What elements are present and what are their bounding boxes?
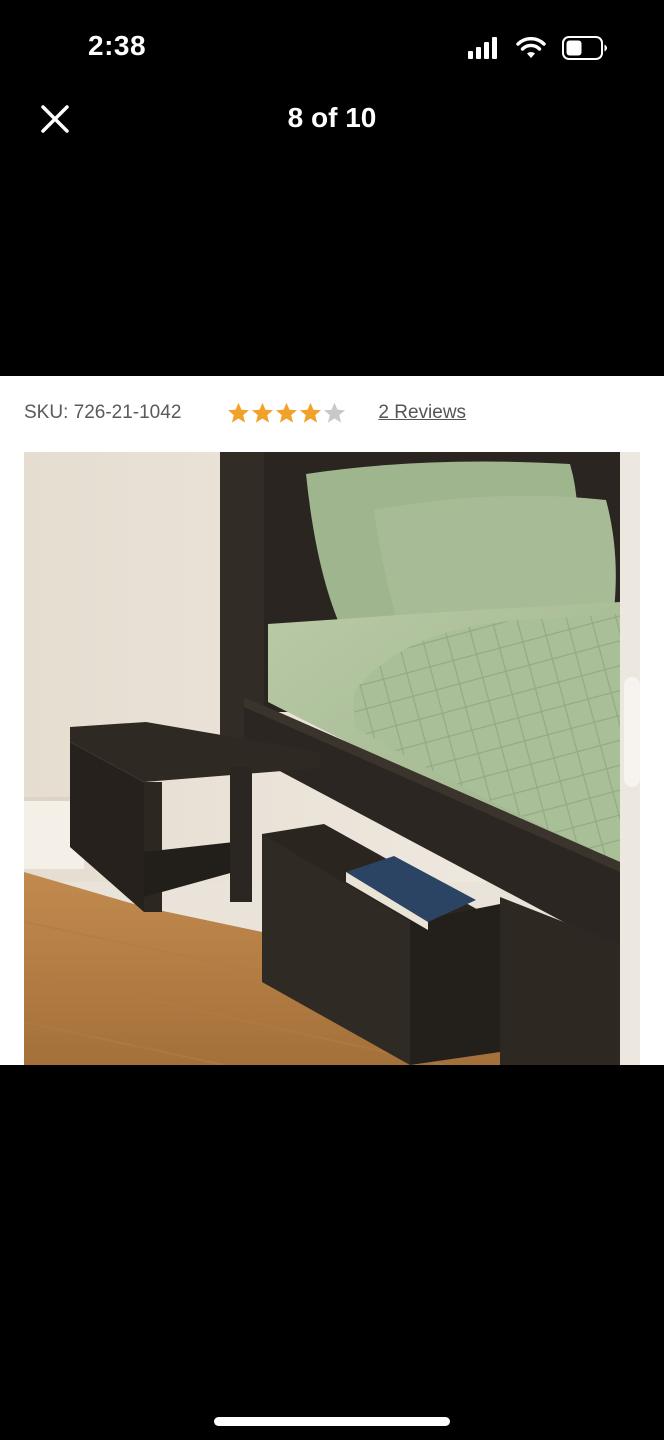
product-image-panel: SKU: 726-21-1042 2 Reviews: [0, 376, 664, 1065]
signal-icon: [468, 37, 497, 59]
star-empty-icon: [324, 402, 346, 423]
star-filled-icon: [300, 402, 322, 423]
product-meta-row: SKU: 726-21-1042 2 Reviews: [24, 388, 466, 438]
status-bar: 2:38: [0, 0, 664, 96]
status-time: 2:38: [88, 30, 147, 61]
battery-icon: [562, 36, 607, 60]
product-photo[interactable]: [24, 452, 640, 1065]
image-counter: 8 of 10: [287, 102, 377, 133]
status-icons: [468, 36, 608, 60]
star-filled-icon: [252, 402, 274, 423]
sku-label: SKU: 726-21-1042: [24, 402, 182, 423]
star-filled-icon: [228, 402, 250, 423]
rating-stars: [227, 402, 346, 424]
wifi-icon: [516, 37, 546, 58]
star-filled-icon: [276, 402, 298, 423]
home-indicator[interactable]: [214, 1417, 450, 1426]
reviews-link[interactable]: 2 Reviews: [378, 402, 466, 424]
bed-photo-illustration: [24, 452, 640, 1065]
